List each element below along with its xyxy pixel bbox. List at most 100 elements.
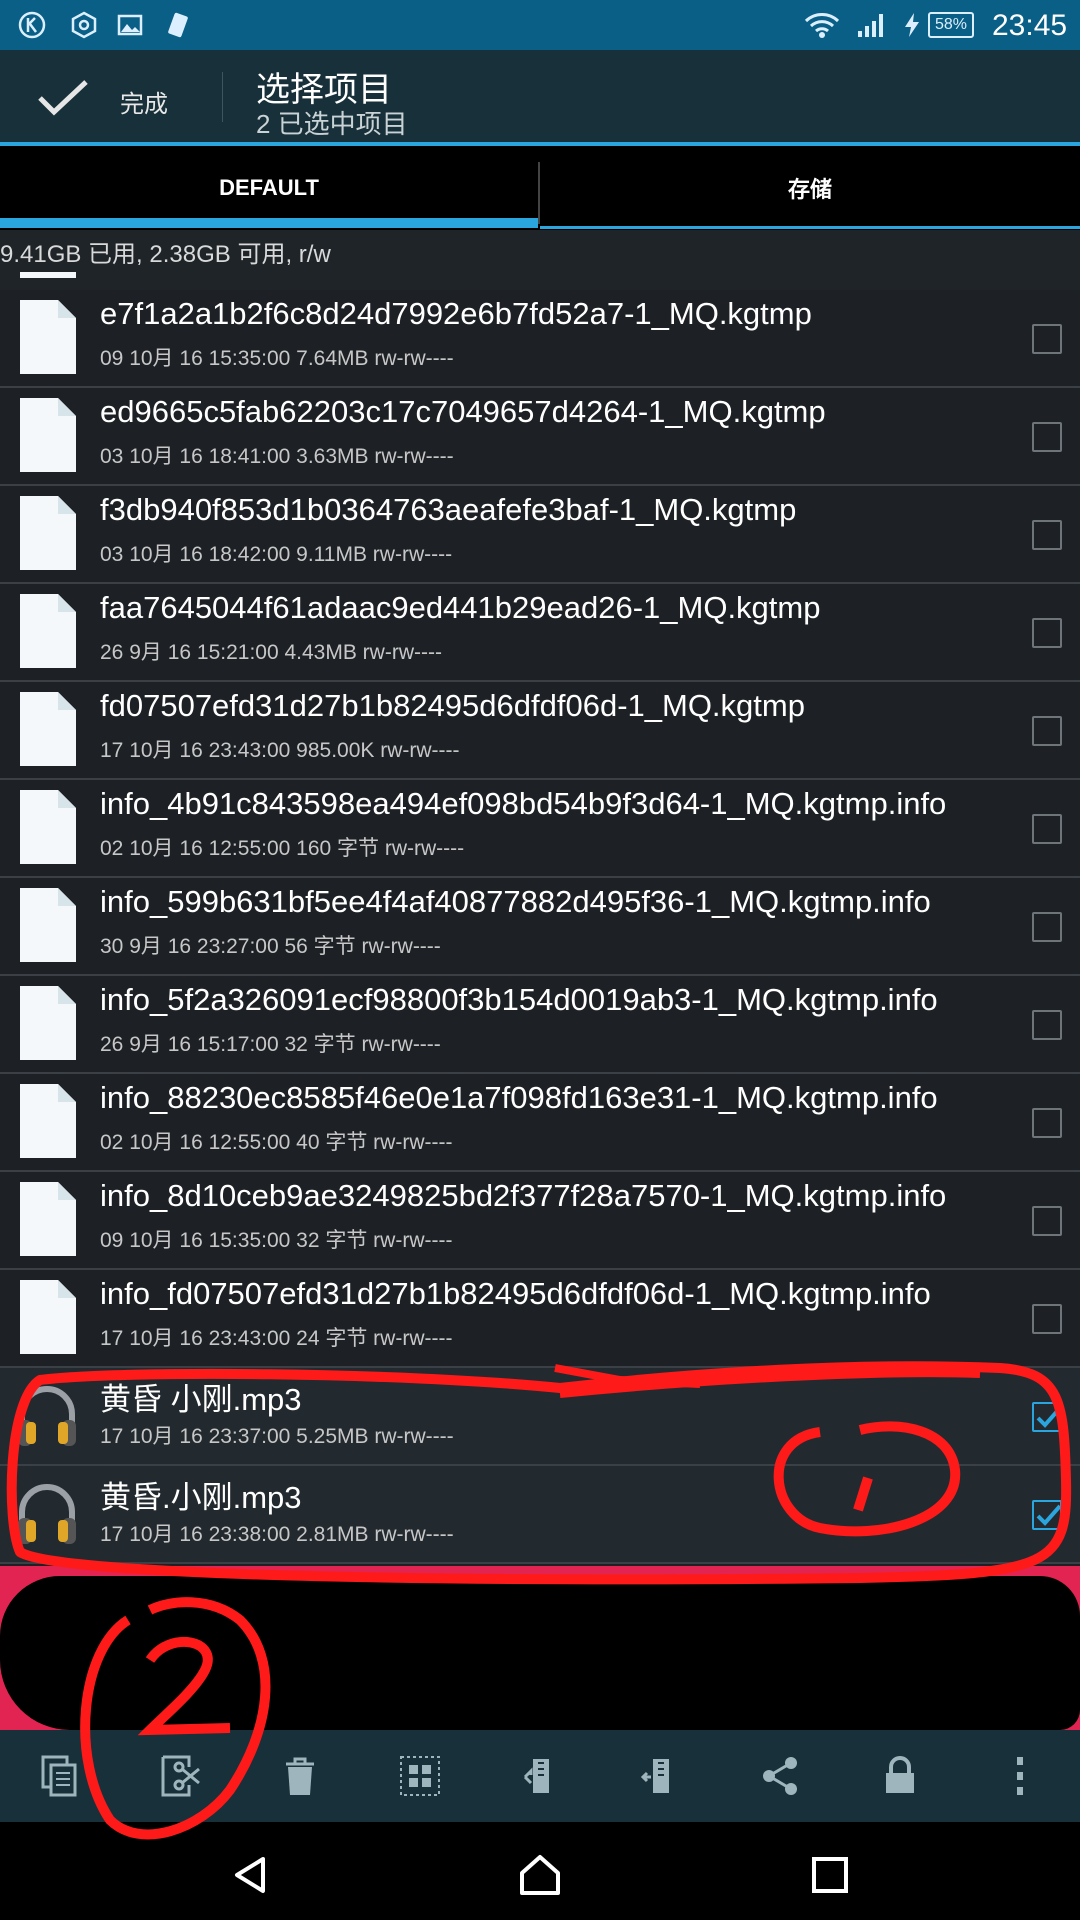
file-meta: 26 9月 16 15:21:00 4.43MB rw-rw---- bbox=[100, 641, 442, 664]
select-checkbox[interactable] bbox=[1032, 1304, 1062, 1334]
partial-file-icon bbox=[20, 272, 76, 278]
action-bar-divider bbox=[222, 72, 223, 122]
file-name: 黄昏.小刚.mp3 bbox=[100, 1480, 302, 1515]
gallery-icon bbox=[114, 9, 146, 41]
selection-count: 2 已选中项目 bbox=[256, 109, 408, 139]
file-meta: 30 9月 16 23:27:00 56 字节 rw-rw---- bbox=[100, 935, 441, 958]
settings-icon bbox=[68, 9, 100, 41]
file-name: info_599b631bf5ee4f4af40877882d495f36-1_… bbox=[100, 884, 931, 919]
file-meta: 03 10月 16 18:41:00 3.63MB rw-rw---- bbox=[100, 445, 454, 468]
file-icon bbox=[20, 594, 76, 668]
select-checkbox[interactable] bbox=[1032, 618, 1062, 648]
file-list[interactable]: e7f1a2a1b2f6c8d24d7992e6b7fd52a7-1_MQ.kg… bbox=[0, 290, 1080, 1566]
file-meta: 02 10月 16 12:55:00 40 字节 rw-rw---- bbox=[100, 1131, 453, 1154]
file-row[interactable]: info_599b631bf5ee4f4af40877882d495f36-1_… bbox=[0, 878, 1080, 976]
file-meta: 17 10月 16 23:43:00 24 字节 rw-rw---- bbox=[100, 1327, 453, 1350]
file-name: info_88230ec8585f46e0e1a7f098fd163e31-1_… bbox=[100, 1080, 938, 1115]
select-checkbox[interactable] bbox=[1032, 1206, 1062, 1236]
file-meta: 17 10月 16 23:43:00 985.00K rw-rw---- bbox=[100, 739, 460, 762]
file-icon bbox=[20, 986, 76, 1060]
copy-icon[interactable] bbox=[20, 1738, 100, 1814]
cut-icon[interactable] bbox=[140, 1738, 220, 1814]
compress-icon[interactable] bbox=[500, 1738, 580, 1814]
checkmark-icon bbox=[1036, 1504, 1062, 1526]
file-icon bbox=[20, 1280, 76, 1354]
file-icon bbox=[20, 1084, 76, 1158]
home-icon[interactable] bbox=[505, 1840, 575, 1910]
file-name: info_5f2a326091ecf98800f3b154d0019ab3-1_… bbox=[100, 982, 938, 1017]
file-name: e7f1a2a1b2f6c8d24d7992e6b7fd52a7-1_MQ.kg… bbox=[100, 296, 812, 331]
file-name: faa7645044f61adaac9ed441b29ead26-1_MQ.kg… bbox=[100, 590, 821, 625]
tab-indicator bbox=[0, 218, 538, 228]
status-bar: 58% 23:45 bbox=[0, 0, 1080, 50]
file-meta: 03 10月 16 18:42:00 9.11MB rw-rw---- bbox=[100, 543, 453, 566]
file-row[interactable]: info_fd07507efd31d27b1b82495d6dfdf06d-1_… bbox=[0, 1270, 1080, 1368]
file-icon bbox=[20, 888, 76, 962]
file-row[interactable]: info_8d10ceb9ae3249825bd2f377f28a7570-1_… bbox=[0, 1172, 1080, 1270]
file-icon bbox=[20, 496, 76, 570]
file-row[interactable]: info_88230ec8585f46e0e1a7f098fd163e31-1_… bbox=[0, 1074, 1080, 1172]
select-checkbox[interactable] bbox=[1032, 1108, 1062, 1138]
checkmark-icon bbox=[1036, 1406, 1062, 1428]
charging-icon bbox=[896, 9, 928, 41]
k-app-icon bbox=[16, 9, 48, 41]
more-icon[interactable] bbox=[980, 1738, 1060, 1814]
file-row[interactable]: f3db940f853d1b0364763aeafefe3baf-1_MQ.kg… bbox=[0, 486, 1080, 584]
select-checkbox[interactable] bbox=[1032, 1500, 1062, 1530]
file-meta: 09 10月 16 15:35:00 32 字节 rw-rw---- bbox=[100, 1229, 453, 1252]
file-name: info_8d10ceb9ae3249825bd2f377f28a7570-1_… bbox=[100, 1178, 947, 1213]
file-name: fd07507efd31d27b1b82495d6dfdf06d-1_MQ.kg… bbox=[100, 688, 805, 723]
tab-separator bbox=[538, 162, 540, 224]
tab-underline bbox=[540, 226, 1080, 229]
done-check-icon[interactable] bbox=[36, 78, 92, 118]
tab-storage[interactable]: 存储 bbox=[540, 146, 1080, 230]
wifi-icon bbox=[800, 9, 844, 41]
done-button[interactable]: 完成 bbox=[120, 84, 168, 119]
extract-icon[interactable] bbox=[620, 1738, 700, 1814]
file-name: info_4b91c843598ea494ef098bd54b9f3d64-1_… bbox=[100, 786, 947, 821]
share-icon[interactable] bbox=[740, 1738, 820, 1814]
file-row[interactable]: info_4b91c843598ea494ef098bd54b9f3d64-1_… bbox=[0, 780, 1080, 878]
file-row[interactable]: faa7645044f61adaac9ed441b29ead26-1_MQ.kg… bbox=[0, 584, 1080, 682]
file-row[interactable]: 黄昏.小刚.mp3 17 10月 16 23:38:00 2.81MB rw-rw… bbox=[0, 1466, 1080, 1564]
select-checkbox[interactable] bbox=[1032, 814, 1062, 844]
headphones-icon bbox=[18, 1484, 76, 1544]
file-meta: 17 10月 16 23:38:00 2.81MB rw-rw---- bbox=[100, 1523, 454, 1546]
select-checkbox[interactable] bbox=[1032, 1010, 1062, 1040]
recents-icon[interactable] bbox=[795, 1840, 865, 1910]
file-meta: 02 10月 16 12:55:00 160 字节 rw-rw---- bbox=[100, 837, 465, 860]
delete-icon[interactable] bbox=[260, 1738, 340, 1814]
file-name: 黄昏 小刚.mp3 bbox=[100, 1382, 302, 1417]
storage-info: 9.41GB 已用, 2.38GB 可用, r/w bbox=[0, 241, 331, 268]
file-row[interactable]: e7f1a2a1b2f6c8d24d7992e6b7fd52a7-1_MQ.kg… bbox=[0, 290, 1080, 388]
file-meta: 17 10月 16 23:37:00 5.25MB rw-rw---- bbox=[100, 1425, 454, 1448]
file-icon bbox=[20, 300, 76, 374]
select-checkbox[interactable] bbox=[1032, 324, 1062, 354]
file-row[interactable]: ed9665c5fab62203c17c7049657d4264-1_MQ.kg… bbox=[0, 388, 1080, 486]
select-checkbox[interactable] bbox=[1032, 912, 1062, 942]
file-name: info_fd07507efd31d27b1b82495d6dfdf06d-1_… bbox=[100, 1276, 931, 1311]
redaction-scribble bbox=[0, 1576, 1080, 1730]
select-checkbox[interactable] bbox=[1032, 422, 1062, 452]
file-row[interactable]: info_5f2a326091ecf98800f3b154d0019ab3-1_… bbox=[0, 976, 1080, 1074]
select-checkbox[interactable] bbox=[1032, 520, 1062, 550]
lock-icon[interactable] bbox=[860, 1738, 940, 1814]
headphones-icon bbox=[18, 1386, 76, 1446]
file-icon bbox=[20, 692, 76, 766]
select-all-icon[interactable] bbox=[380, 1738, 460, 1814]
battery-level: 58% bbox=[928, 12, 974, 38]
file-meta: 09 10月 16 15:35:00 7.64MB rw-rw---- bbox=[100, 347, 454, 370]
file-meta: 26 9月 16 15:17:00 32 字节 rw-rw---- bbox=[100, 1033, 441, 1056]
back-icon[interactable] bbox=[216, 1840, 286, 1910]
select-checkbox[interactable] bbox=[1032, 716, 1062, 746]
file-icon bbox=[20, 398, 76, 472]
file-name: ed9665c5fab62203c17c7049657d4264-1_MQ.kg… bbox=[100, 394, 826, 429]
clock: 23:45 bbox=[992, 9, 1068, 42]
file-row[interactable]: 黄昏 小刚.mp3 17 10月 16 23:37:00 5.25MB rw-rw… bbox=[0, 1368, 1080, 1466]
file-name: f3db940f853d1b0364763aeafefe3baf-1_MQ.kg… bbox=[100, 492, 797, 527]
select-checkbox[interactable] bbox=[1032, 1402, 1062, 1432]
file-row[interactable]: fd07507efd31d27b1b82495d6dfdf06d-1_MQ.kg… bbox=[0, 682, 1080, 780]
file-icon bbox=[20, 790, 76, 864]
notes-icon bbox=[162, 9, 194, 41]
file-icon bbox=[20, 1182, 76, 1256]
